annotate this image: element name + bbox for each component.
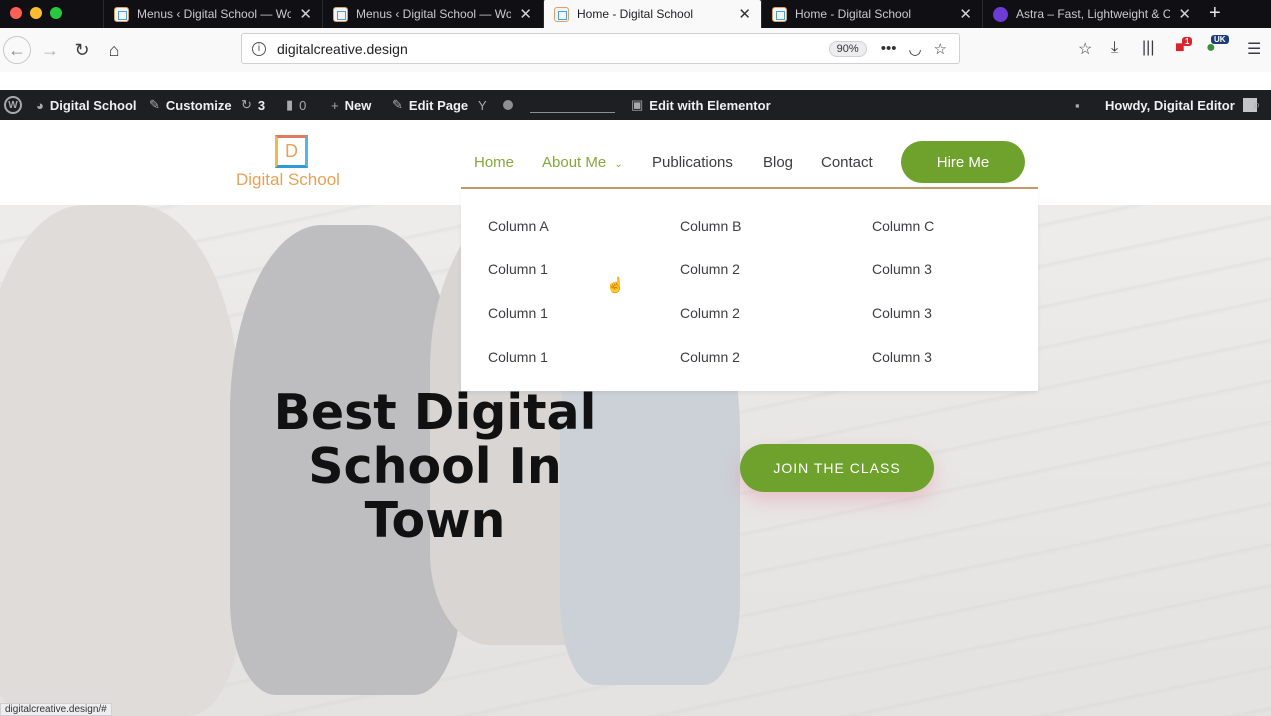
bookmarks-menu-icon[interactable]: ☆ — [1078, 39, 1092, 59]
mega-menu-item[interactable]: Column 3 — [872, 349, 932, 365]
mega-menu-heading[interactable]: Column A — [488, 218, 549, 234]
logo-mark[interactable]: D — [275, 135, 308, 168]
hire-me-button[interactable]: Hire Me — [901, 141, 1025, 183]
reload-icon[interactable]: ↻ — [68, 36, 96, 64]
about-me-mega-menu: Column A Column 1 Column 1 Column 1 Colu… — [461, 189, 1038, 391]
chevron-down-icon: ⌄ — [614, 159, 623, 170]
elementor-icon: ▣ — [631, 97, 644, 112]
minimize-window-button[interactable] — [30, 7, 42, 19]
mega-menu-item[interactable]: Column 1 — [488, 349, 548, 365]
home-icon[interactable]: ⌂ — [100, 36, 128, 64]
wp-customize[interactable]: ✎ Customize — [149, 90, 232, 120]
close-tab-icon[interactable]: ✕ — [299, 5, 312, 23]
downloads-icon[interactable]: ⤓ — [1111, 39, 1118, 57]
wp-new[interactable]: + New — [331, 90, 371, 120]
seo-status-dot-icon — [503, 100, 513, 110]
pocket-icon[interactable]: ◡ — [908, 40, 921, 58]
tab-title: Home - Digital School — [577, 7, 694, 21]
mega-menu-item[interactable]: Column 1 — [488, 305, 548, 321]
pencil-icon: ✎ — [392, 97, 403, 112]
nav-item-publications[interactable]: Publications — [652, 154, 733, 171]
browser-tab[interactable]: Astra – Fast, Lightweight & Cu ✕ — [982, 0, 1201, 28]
status-bar-url: digitalcreative.design/# — [0, 703, 112, 716]
notification-icon: ▪ — [1075, 97, 1080, 113]
tab-title: Astra – Fast, Lightweight & Cu — [1016, 7, 1171, 21]
url-text[interactable]: digitalcreative.design — [277, 41, 829, 57]
wp-search[interactable]: ⌕ — [1253, 90, 1266, 120]
hero-headline: Best Digital School In Town — [273, 384, 597, 549]
new-tab-icon[interactable]: + — [1209, 2, 1221, 25]
tab-title: Menus ‹ Digital School — Wor — [137, 7, 292, 21]
logo-text[interactable]: Digital School — [236, 170, 340, 190]
address-bar[interactable]: i digitalcreative.design 90% ••• ◡ ☆ — [241, 33, 960, 64]
browser-tab-strip: Menus ‹ Digital School — Wor ✕ Menus ‹ D… — [0, 0, 1271, 28]
digital-school-favicon-icon — [554, 6, 569, 22]
nav-item-contact[interactable]: Contact — [821, 154, 873, 171]
addon-badge: UK — [1211, 35, 1229, 44]
browser-tab-active[interactable]: Home - Digital School ✕ — [543, 0, 761, 28]
mega-menu-item[interactable]: Column 2 — [680, 261, 740, 277]
back-arrow-icon[interactable]: ← — [3, 36, 31, 64]
mega-menu-item[interactable]: Column 3 — [872, 261, 932, 277]
nav-item-about-me[interactable]: About Me ⌄ — [542, 154, 623, 171]
nav-item-home[interactable]: Home — [474, 154, 514, 171]
addon-badge: 1 — [1182, 37, 1193, 46]
search-icon: ⌕ — [1253, 97, 1261, 112]
wp-account-menu[interactable]: Howdy, Digital Editor — [1105, 90, 1257, 120]
bookmark-star-icon[interactable]: ☆ — [934, 40, 947, 58]
wp-comments[interactable]: ▮ 0 — [286, 90, 306, 120]
site-info-icon[interactable]: i — [252, 41, 266, 56]
mega-menu-heading[interactable]: Column C — [872, 218, 934, 234]
browser-tab[interactable]: Menus ‹ Digital School — Wor ✕ — [103, 0, 322, 28]
mega-menu-item[interactable]: Column 2 — [680, 305, 740, 321]
close-tab-icon[interactable]: ✕ — [959, 5, 972, 23]
forward-arrow-icon[interactable]: → — [36, 36, 64, 64]
close-tab-icon[interactable]: ✕ — [1178, 5, 1191, 23]
mega-menu-item[interactable]: Column 3 — [872, 305, 932, 321]
mega-menu-item[interactable]: Column 1 — [488, 261, 548, 277]
hamburger-menu-icon[interactable]: ☰ — [1247, 39, 1261, 59]
mega-menu-heading[interactable]: Column B — [680, 218, 741, 234]
wp-edit-with-elementor[interactable]: ▣ Edit with Elementor — [631, 90, 771, 120]
wp-updates[interactable]: ↻ 3 — [241, 90, 265, 120]
updates-icon: ↻ — [241, 97, 252, 112]
hand-pointer-cursor-icon: ☝ — [606, 277, 625, 294]
close-window-button[interactable] — [10, 7, 22, 19]
wp-notifications[interactable]: ▪ — [1075, 90, 1086, 120]
wp-site-name[interactable]: ◕ Digital School — [36, 90, 137, 120]
wp-yoast[interactable]: Y — [478, 90, 487, 120]
page-actions-icon[interactable]: ••• — [881, 40, 897, 57]
browser-tab[interactable]: Menus ‹ Digital School — Wor ✕ — [322, 0, 542, 28]
digital-school-favicon-icon — [333, 6, 348, 22]
close-tab-icon[interactable]: ✕ — [519, 5, 532, 23]
browser-toolbar: ← → ↻ ⌂ i digitalcreative.design 90% •••… — [0, 28, 1271, 72]
yoast-icon: Y — [478, 97, 487, 113]
maximize-window-button[interactable] — [50, 7, 62, 19]
nav-item-blog[interactable]: Blog — [763, 154, 793, 171]
join-the-class-button[interactable]: JOIN THE CLASS — [740, 444, 934, 492]
browser-tab[interactable]: Home - Digital School ✕ — [761, 0, 982, 28]
close-tab-icon[interactable]: ✕ — [738, 5, 751, 23]
wp-edit-page[interactable]: ✎ Edit Page — [392, 90, 468, 120]
digital-school-favicon-icon — [772, 6, 787, 22]
comment-bubble-icon: ▮ — [286, 97, 294, 112]
dashboard-icon: ◕ — [36, 97, 44, 113]
library-icon[interactable]: ||| — [1142, 39, 1154, 57]
plus-icon: + — [331, 97, 339, 113]
mega-menu-item[interactable]: Column 2 — [680, 349, 740, 365]
zoom-level-badge[interactable]: 90% — [828, 40, 867, 57]
tab-title: Home - Digital School — [795, 7, 912, 21]
digital-school-favicon-icon — [114, 6, 129, 22]
astra-favicon-icon — [993, 6, 1008, 22]
brush-icon: ✎ — [149, 97, 160, 112]
tab-title: Menus ‹ Digital School — Wor — [356, 7, 512, 21]
wordpress-logo-icon[interactable]: W — [4, 96, 22, 114]
wp-admin-bar: W ◕ Digital School ✎ Customize ↻ 3 ▮ 0 +… — [0, 90, 1271, 120]
wp-bar-divider — [530, 112, 615, 113]
